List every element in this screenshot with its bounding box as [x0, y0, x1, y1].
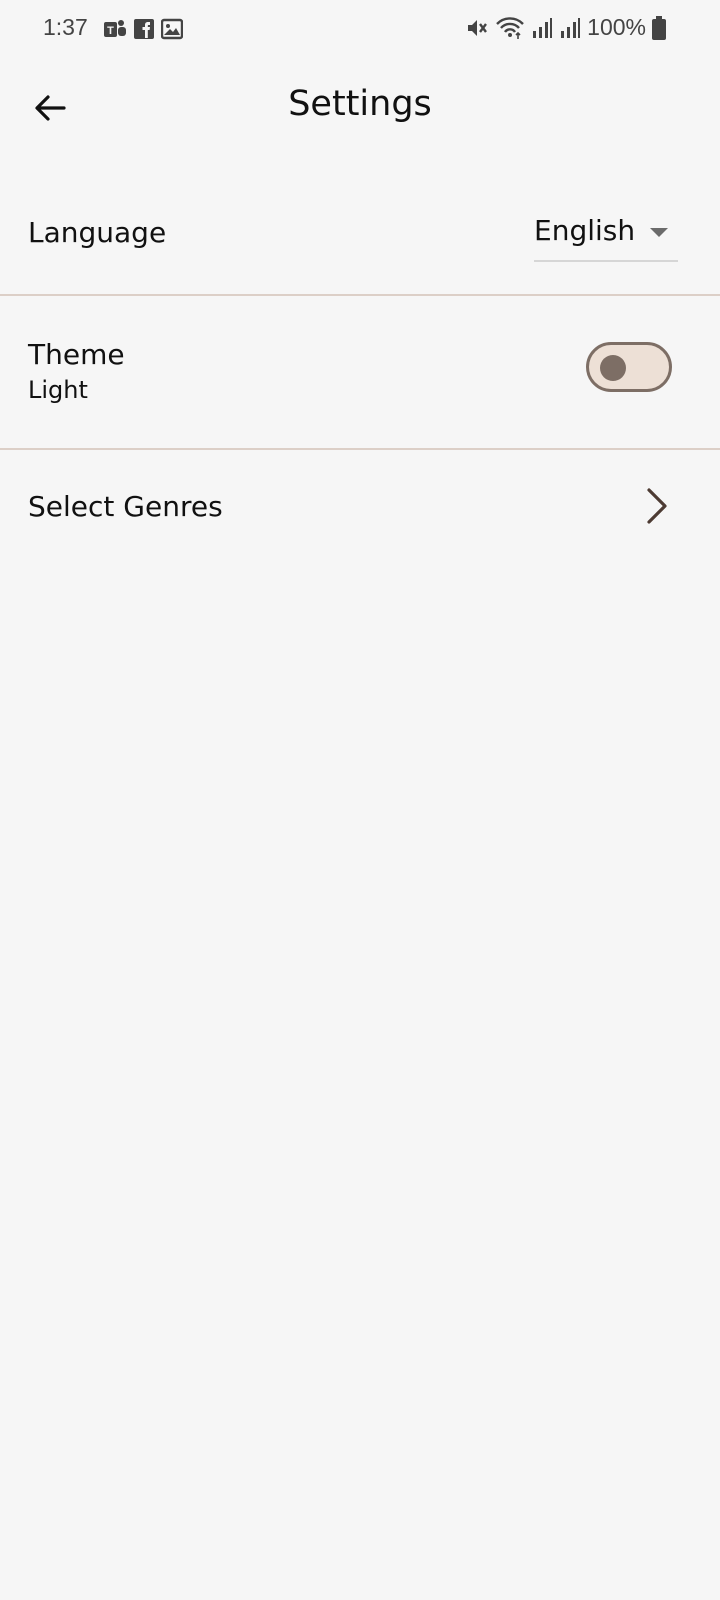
svg-text:T: T — [107, 25, 114, 37]
status-time: 1:37 — [43, 14, 88, 40]
language-setting-row: Language English — [0, 176, 720, 294]
battery-icon — [652, 15, 666, 40]
facebook-icon — [133, 18, 155, 40]
theme-label: Theme — [28, 338, 125, 371]
language-value: English — [534, 214, 636, 247]
signal-icon — [531, 17, 553, 39]
select-genres-label: Select Genres — [28, 490, 223, 523]
chevron-right-icon — [644, 486, 670, 526]
mute-icon — [465, 16, 489, 40]
app-bar: Settings — [0, 60, 720, 156]
signal-icon — [559, 17, 581, 39]
page-title: Settings — [288, 84, 432, 124]
notification-icons: T — [103, 18, 183, 40]
battery-percentage: 100% — [587, 14, 646, 40]
gallery-icon — [161, 18, 183, 40]
language-dropdown[interactable]: English — [534, 212, 678, 262]
toggle-thumb — [600, 355, 626, 381]
system-icons: 100% — [465, 14, 666, 41]
theme-setting-row: Theme Light — [0, 296, 720, 448]
select-genres-row[interactable]: Select Genres — [0, 450, 720, 574]
theme-toggle[interactable] — [586, 342, 672, 392]
theme-value: Light — [28, 376, 88, 404]
language-label: Language — [28, 216, 167, 249]
dropdown-arrow-icon — [650, 228, 668, 238]
status-bar: 1:37 T 100% — [0, 0, 720, 60]
wifi-icon — [495, 16, 525, 40]
teams-icon: T — [103, 18, 127, 40]
